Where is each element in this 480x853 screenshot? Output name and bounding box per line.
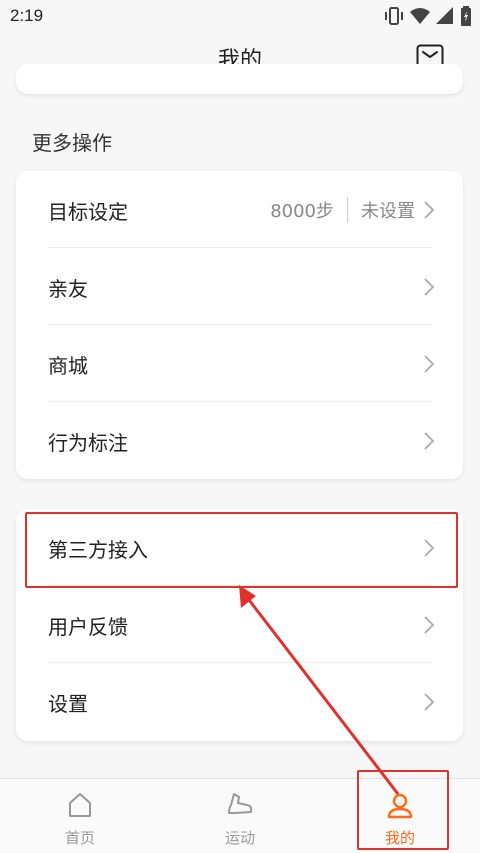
tab-label: 我的 xyxy=(384,829,415,847)
more-actions-card: 目标设定 8000步 未设置 亲友 商城 行为标注 xyxy=(16,171,463,479)
previous-card xyxy=(16,64,463,94)
tab-sport[interactable]: 运动 xyxy=(160,779,320,853)
chevron-right-icon xyxy=(424,201,435,219)
tab-label: 运动 xyxy=(224,829,255,847)
home-icon xyxy=(69,793,91,817)
person-icon xyxy=(387,793,413,819)
section-title: 更多操作 xyxy=(32,131,112,155)
settings-row[interactable]: 设置 xyxy=(16,663,463,740)
shop-row[interactable]: 商城 xyxy=(16,325,463,402)
chevron-right-icon xyxy=(424,432,435,450)
settings-card: 第三方接入 用户反馈 设置 xyxy=(16,509,463,741)
row-label: 亲友 xyxy=(48,277,88,301)
feedback-row[interactable]: 用户反馈 xyxy=(16,586,463,663)
tab-mine[interactable]: 我的 xyxy=(320,779,480,853)
goal-setting-row[interactable]: 目标设定 8000步 未设置 xyxy=(16,171,463,248)
chevron-right-icon xyxy=(424,539,435,557)
shoe-icon xyxy=(228,793,253,814)
chevron-right-icon xyxy=(424,616,435,634)
battery-icon xyxy=(461,6,471,26)
bottom-tab-bar: 首页 运动 我的 xyxy=(0,778,480,853)
status-icons xyxy=(384,6,472,26)
chevron-right-icon xyxy=(424,278,435,296)
row-label: 商城 xyxy=(48,354,88,378)
friends-row[interactable]: 亲友 xyxy=(16,248,463,325)
signal-icon xyxy=(436,7,453,24)
row-label: 第三方接入 xyxy=(48,538,148,562)
tab-label: 首页 xyxy=(64,829,95,847)
tab-home[interactable]: 首页 xyxy=(0,779,160,853)
behavior-label-row[interactable]: 行为标注 xyxy=(16,402,463,479)
third-party-access-row[interactable]: 第三方接入 xyxy=(16,509,463,586)
chevron-right-icon xyxy=(424,693,435,711)
wifi-icon xyxy=(410,8,430,24)
goal-status: 未设置 xyxy=(361,201,415,222)
status-bar: 2:19 xyxy=(0,0,480,34)
goal-info: 8000步 未设置 xyxy=(270,197,415,223)
status-time: 2:19 xyxy=(10,6,44,25)
divider xyxy=(347,197,348,223)
goal-steps: 8000步 xyxy=(270,201,334,222)
chevron-right-icon xyxy=(424,355,435,373)
row-label: 目标设定 xyxy=(48,200,128,224)
row-label: 行为标注 xyxy=(48,431,128,455)
vibrate-icon xyxy=(385,7,403,25)
row-label: 用户反馈 xyxy=(48,615,128,639)
row-label: 设置 xyxy=(48,692,88,716)
